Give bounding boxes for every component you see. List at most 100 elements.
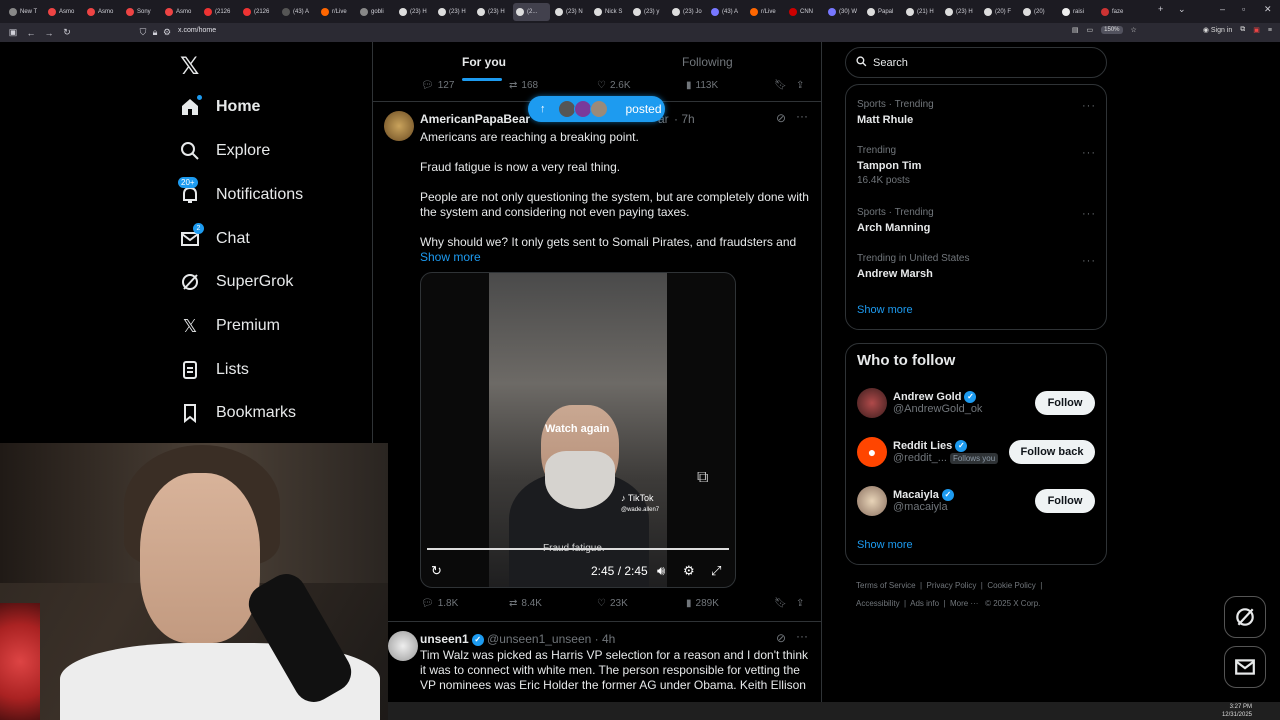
prev-share-button[interactable]: ⇪	[796, 80, 804, 91]
browser-tab[interactable]: (2126	[201, 3, 238, 21]
prev-bookmark-button[interactable]: 🔖︎	[774, 80, 787, 91]
browser-tab[interactable]: (23) H	[396, 3, 433, 21]
new-posts-pill[interactable]: ↑ posted	[528, 96, 665, 122]
follow-name[interactable]: Andrew Gold ✓	[893, 391, 982, 404]
nav-notifications[interactable]: 20+ Notifications	[178, 177, 303, 205]
browser-tab[interactable]: (23) N	[552, 3, 589, 21]
url-bar[interactable]: x.com/home	[178, 27, 216, 34]
share-button[interactable]: ⇪	[796, 598, 804, 609]
prev-reply-button[interactable]: 💬︎ 127	[421, 80, 454, 91]
zoom-level[interactable]: 150%	[1101, 26, 1123, 34]
trend-item[interactable]: Trending Tampon Tim 16.4K posts	[857, 145, 921, 186]
browser-tab[interactable]: (23) Jo	[669, 3, 706, 21]
more-icon[interactable]: ···	[1082, 100, 1096, 112]
repost-button[interactable]: ⇄ 8.4K	[509, 598, 542, 609]
volume-icon[interactable]: 🔊︎	[657, 563, 665, 579]
sidebar-toggle-icon[interactable]: ▣	[4, 27, 22, 38]
browser-tab[interactable]: Nick S	[591, 3, 628, 21]
pip-icon[interactable]: ▭	[1087, 26, 1094, 34]
browser-tab[interactable]: (43) A	[279, 3, 316, 21]
account-icon[interactable]: ◉ Sign in	[1203, 26, 1232, 34]
close-window-icon[interactable]: ✕	[1264, 4, 1272, 15]
tweet-author-name[interactable]: unseen1 ✓ @unseen1_unseen · 4h	[420, 632, 615, 646]
fullscreen-icon[interactable]: ⤢	[711, 563, 721, 579]
forward-icon[interactable]: →	[40, 28, 58, 38]
reload-icon[interactable]: ↻	[58, 27, 76, 38]
tab-following[interactable]: Following	[682, 55, 733, 69]
nav-chat[interactable]: 2 Chat	[180, 223, 250, 249]
taskbar-clock[interactable]: 3:27 PM 12/31/2025	[1222, 703, 1252, 719]
browser-tab[interactable]: (23) H	[942, 3, 979, 21]
browser-tab[interactable]: r/Live	[318, 3, 355, 21]
browser-tab[interactable]: (23) y	[630, 3, 667, 21]
follow-show-more-link[interactable]: Show more	[857, 539, 913, 551]
views-button[interactable]: ▮ 289K	[686, 598, 719, 609]
prev-repost-button[interactable]: ⇄ 168	[509, 80, 538, 91]
back-icon[interactable]: ←	[22, 28, 40, 38]
more-icon[interactable]: ···	[1082, 255, 1096, 267]
notification-ext-icon[interactable]: ▣	[1253, 26, 1260, 34]
prev-like-button[interactable]: ♡ 2.6K	[597, 80, 631, 91]
nav-explore[interactable]: Explore	[180, 141, 270, 161]
maximize-icon[interactable]: ▫	[1242, 4, 1245, 14]
follow-back-button[interactable]: Follow back	[1009, 440, 1095, 464]
avatar[interactable]	[388, 631, 418, 661]
prev-views-button[interactable]: ▮ 113K	[686, 80, 718, 91]
tab-for-you[interactable]: For you	[462, 55, 506, 69]
settings-icon[interactable]: ⚙	[683, 563, 695, 579]
nav-supergrok[interactable]: SuperGrok	[180, 272, 293, 292]
trend-item[interactable]: Trending in United States Andrew Marsh	[857, 253, 969, 280]
browser-tab[interactable]: r/Live	[747, 3, 784, 21]
browser-tab[interactable]: Asmo	[162, 3, 199, 21]
browser-tab[interactable]: Sony	[123, 3, 160, 21]
grok-icon[interactable]: ⊘	[776, 111, 786, 125]
more-icon[interactable]: ···	[1082, 208, 1096, 220]
browser-tab[interactable]: (20) F	[981, 3, 1018, 21]
browser-tab[interactable]: New T	[6, 3, 43, 21]
menu-icon[interactable]: ≡	[1268, 27, 1272, 34]
ads-info-link[interactable]: Ads info	[910, 599, 939, 608]
browser-tab[interactable]: (43) A	[708, 3, 745, 21]
tweet-author-name[interactable]: AmericanPapaBear	[420, 112, 530, 126]
star-icon[interactable]: ☆	[1131, 26, 1137, 34]
browser-tab[interactable]: (23) H	[474, 3, 511, 21]
sign-in-label[interactable]: Sign in	[1211, 27, 1232, 34]
x-logo-icon[interactable]: 𝕏	[180, 52, 199, 80]
browser-tab[interactable]: (2...	[513, 2, 550, 21]
pip-icon[interactable]: ⧉	[697, 469, 708, 487]
trend-item[interactable]: Sports · Trending Matt Rhule	[857, 99, 934, 126]
follow-suggestion[interactable]: Macaiyla ✓ @macaiyla	[857, 486, 954, 516]
new-tab-button[interactable]: +	[1158, 4, 1163, 14]
nav-lists[interactable]: Lists	[180, 360, 249, 380]
browser-tab[interactable]: (21) H	[903, 3, 940, 21]
browser-tab[interactable]: Asmo	[84, 3, 121, 21]
terms-link[interactable]: Terms of Service	[856, 581, 916, 590]
privacy-link[interactable]: Privacy Policy	[927, 581, 977, 590]
messages-fab-button[interactable]	[1224, 646, 1266, 688]
reader-icon[interactable]: ▤	[1072, 26, 1079, 34]
extensions-icon[interactable]: ⧉	[1240, 26, 1245, 34]
follow-name[interactable]: Reddit Lies ✓	[893, 440, 998, 453]
reply-button[interactable]: 💬︎ 1.8K	[421, 598, 458, 609]
watch-again-button[interactable]: Watch again	[545, 423, 609, 435]
search-input[interactable]: Search	[845, 47, 1107, 78]
browser-tab[interactable]: gobli	[357, 3, 394, 21]
replay-icon[interactable]: ↻	[431, 563, 442, 579]
browser-tab[interactable]: Papal	[864, 3, 901, 21]
tweet-time[interactable]: · 7h	[674, 112, 695, 126]
follow-suggestion[interactable]: Andrew Gold ✓ @AndrewGold_ok	[857, 388, 982, 418]
browser-tab[interactable]: Asmo	[45, 3, 82, 21]
like-button[interactable]: ♡ 23K	[597, 598, 628, 609]
browser-tab[interactable]: faze	[1098, 3, 1135, 21]
accessibility-link[interactable]: Accessibility	[856, 599, 900, 608]
video-player[interactable]: ♪ TikTok @wade.allen7 Watch again ⧉ Frau…	[420, 272, 736, 588]
follow-name[interactable]: Macaiyla ✓	[893, 489, 954, 502]
browser-tab[interactable]: (30) W	[825, 3, 862, 21]
nav-bookmarks[interactable]: Bookmarks	[180, 403, 296, 423]
browser-tab[interactable]: CNN	[786, 3, 823, 21]
avatar[interactable]	[857, 388, 887, 418]
grok-fab-button[interactable]	[1224, 596, 1266, 638]
more-icon[interactable]: ···	[796, 109, 808, 123]
nav-home[interactable]: Home	[180, 95, 260, 117]
grok-icon[interactable]: ⊘	[776, 631, 786, 645]
